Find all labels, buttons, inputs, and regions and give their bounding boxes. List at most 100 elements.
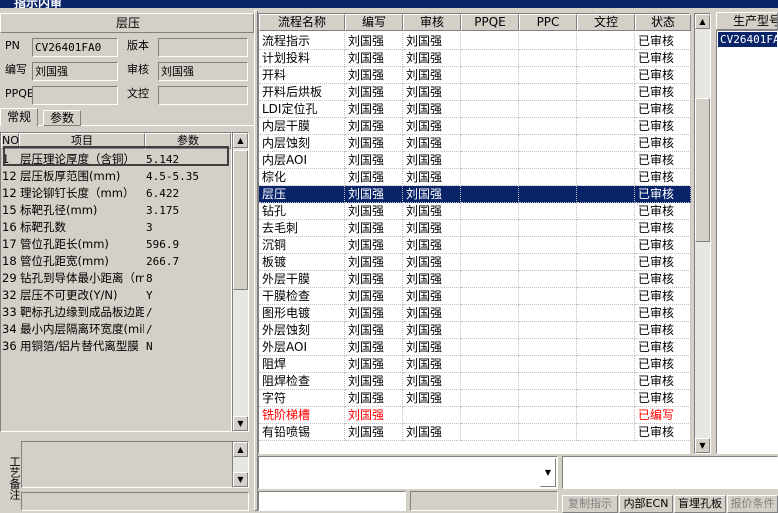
grid-cell bbox=[461, 186, 519, 203]
param-scrollbar[interactable]: ▲ ▼ bbox=[232, 132, 249, 432]
grid-cell: 刘国强 bbox=[345, 356, 403, 373]
grid-cell bbox=[577, 373, 635, 390]
ppqe-field[interactable] bbox=[32, 86, 118, 105]
grid-cell: 刘国强 bbox=[403, 254, 461, 271]
scroll-up-icon[interactable]: ▲ bbox=[233, 133, 248, 148]
author-field[interactable]: 刘国强 bbox=[32, 62, 118, 81]
grid-row[interactable]: 内层蚀刻 刘国强 刘国强 已审核 bbox=[259, 135, 691, 152]
param-row[interactable]: 18 管位孔距宽(mm) 266.7 bbox=[1, 253, 233, 270]
grid-row[interactable]: 内层AOI 刘国强 刘国强 已审核 bbox=[259, 152, 691, 169]
param-row[interactable]: 16 标靶孔数 3 bbox=[1, 219, 233, 236]
remark-extra-field[interactable] bbox=[21, 492, 249, 511]
grid-col-header[interactable]: 编写 bbox=[345, 14, 403, 31]
remark-textarea[interactable] bbox=[21, 441, 249, 488]
param-row[interactable]: 12 层压板厚范围(mm) 4.5-5.35 bbox=[1, 168, 233, 185]
grid-cell bbox=[461, 169, 519, 186]
grid-row[interactable]: 外层AOI 刘国强 刘国强 已审核 bbox=[259, 339, 691, 356]
grid-row[interactable]: LDI定位孔 刘国强 刘国强 已审核 bbox=[259, 101, 691, 118]
param-row[interactable]: 29钻孔到导体最小距离（mil）8 bbox=[1, 270, 233, 287]
grid-row[interactable]: 层压 刘国强 刘国强 已审核 bbox=[259, 186, 691, 203]
grid-row[interactable]: 外层蚀刻 刘国强 刘国强 已审核 bbox=[259, 322, 691, 339]
grid-cell: 刘国强 bbox=[403, 424, 461, 441]
grid-row[interactable]: 板镀 刘国强 刘国强 已审核 bbox=[259, 254, 691, 271]
grid-scrollbar[interactable]: ▲ ▼ bbox=[694, 13, 711, 454]
grid-row[interactable]: 沉铜 刘国强 刘国强 已审核 bbox=[259, 237, 691, 254]
scroll-down-icon[interactable]: ▼ bbox=[695, 438, 710, 453]
blind-buried-button[interactable]: 盲埋孔板 bbox=[674, 495, 726, 513]
grid-row[interactable]: 外层干膜 刘国强 刘国强 已审核 bbox=[259, 271, 691, 288]
grid-cell bbox=[461, 135, 519, 152]
model-list-item[interactable]: CV26401FA0 bbox=[718, 32, 778, 47]
scroll-up-icon[interactable]: ▲ bbox=[233, 442, 248, 457]
grid-cell: 有铅喷锡 bbox=[259, 424, 345, 441]
grid-cell: 刘国强 bbox=[345, 237, 403, 254]
grid-col-header[interactable]: PPC bbox=[519, 14, 577, 31]
grid-row[interactable]: 开料 刘国强 刘国强 已审核 bbox=[259, 67, 691, 84]
comment-combo[interactable] bbox=[258, 456, 558, 489]
param-row[interactable]: 12 理论铆钉长度（mm） 6.422 bbox=[1, 185, 233, 202]
param-value: N bbox=[146, 340, 153, 353]
grid-cell: 已审核 bbox=[635, 186, 691, 203]
grid-cell bbox=[519, 339, 577, 356]
grid-row[interactable]: 钻孔 刘国强 刘国强 已审核 bbox=[259, 203, 691, 220]
grid-cell bbox=[461, 220, 519, 237]
grid-cell: 流程指示 bbox=[259, 33, 345, 50]
grid-row[interactable]: 铣阶梯槽 刘国强 已编写 bbox=[259, 407, 691, 424]
tab-general[interactable]: 常规 bbox=[0, 108, 39, 126]
grid-cell bbox=[461, 390, 519, 407]
param-row[interactable]: 17 管位孔距长(mm) 596.9 bbox=[1, 236, 233, 253]
tab-params[interactable]: 参数 bbox=[43, 110, 82, 126]
scroll-down-icon[interactable]: ▼ bbox=[233, 472, 248, 487]
grid-row[interactable]: 阻焊 刘国强 刘国强 已审核 bbox=[259, 356, 691, 373]
grid-col-header[interactable]: PPQE bbox=[461, 14, 519, 31]
grid-cell: 已审核 bbox=[635, 237, 691, 254]
grid-row[interactable]: 内层干膜 刘国强 刘国强 已审核 bbox=[259, 118, 691, 135]
param-row[interactable]: 36 用铜箔/铝片替代离型膜 N bbox=[1, 338, 233, 355]
grid-row[interactable]: 去毛刺 刘国强 刘国强 已审核 bbox=[259, 220, 691, 237]
param-row[interactable]: 34 最小内层隔离环宽度(mil) / bbox=[1, 321, 233, 338]
internal-ecn-button[interactable]: 内部ECN bbox=[619, 495, 673, 513]
model-header[interactable]: 生产型号 bbox=[716, 12, 778, 30]
param-row[interactable]: 15 标靶孔径(mm) 3.175 bbox=[1, 202, 233, 219]
grid-row[interactable]: 图形电镀 刘国强 刘国强 已审核 bbox=[259, 305, 691, 322]
param-item: 钻孔到导体最小距离（mil） bbox=[20, 271, 144, 285]
grid-cell bbox=[519, 50, 577, 67]
grid-cell bbox=[577, 84, 635, 101]
grid-row[interactable]: 计划投料 刘国强 刘国强 已审核 bbox=[259, 50, 691, 67]
quote-conditions-button[interactable]: 报价条件 bbox=[727, 495, 778, 513]
grid-cell bbox=[519, 254, 577, 271]
param-row[interactable]: 32 层压不可更改(Y/N) Y bbox=[1, 287, 233, 304]
remark-scrollbar[interactable]: ▲ ▼ bbox=[232, 441, 249, 488]
grid-cell bbox=[519, 322, 577, 339]
grid-row[interactable]: 流程指示 刘国强 刘国强 已审核 bbox=[259, 33, 691, 50]
grid-row[interactable]: 字符 刘国强 刘国强 已审核 bbox=[259, 390, 691, 407]
grid-row[interactable]: 有铅喷锡 刘国强 刘国强 已审核 bbox=[259, 424, 691, 441]
param-value: 596.9 bbox=[146, 238, 180, 251]
grid-row[interactable]: 开料后烘板 刘国强 刘国强 已审核 bbox=[259, 84, 691, 101]
reviewer-field[interactable]: 刘国强 bbox=[158, 62, 248, 81]
combo-dropdown-icon[interactable]: ▼ bbox=[540, 458, 556, 487]
copy-instruction-button[interactable]: 复制指示 bbox=[562, 495, 618, 513]
scroll-down-icon[interactable]: ▼ bbox=[233, 416, 248, 431]
grid-cell: 刘国强 bbox=[345, 254, 403, 271]
grid-row[interactable]: 棕化 刘国强 刘国强 已审核 bbox=[259, 169, 691, 186]
grid-col-header[interactable]: 审核 bbox=[403, 14, 461, 31]
version-field[interactable] bbox=[158, 38, 248, 57]
grid-row[interactable]: 干膜检查 刘国强 刘国强 已审核 bbox=[259, 288, 691, 305]
param-row[interactable]: 33靶标孔边缘到成品板边距离/ bbox=[1, 304, 233, 321]
comment-field-right[interactable] bbox=[562, 456, 778, 489]
grid-col-header[interactable]: 文控 bbox=[577, 14, 635, 31]
bottom-field-2[interactable] bbox=[410, 491, 558, 511]
grid-col-header[interactable]: 状态 bbox=[635, 14, 691, 31]
control-field[interactable] bbox=[158, 86, 248, 105]
bottom-field-1[interactable] bbox=[258, 491, 406, 511]
scroll-thumb[interactable] bbox=[233, 150, 248, 290]
pn-field[interactable]: CV26401FA0 bbox=[32, 38, 118, 57]
grid-cell bbox=[577, 50, 635, 67]
grid-cell: 已审核 bbox=[635, 390, 691, 407]
scroll-up-icon[interactable]: ▲ bbox=[695, 14, 710, 29]
grid-cell: 已审核 bbox=[635, 322, 691, 339]
scroll-thumb[interactable] bbox=[695, 98, 710, 242]
grid-row[interactable]: 阻焊检查 刘国强 刘国强 已审核 bbox=[259, 373, 691, 390]
grid-col-header[interactable]: 流程名称 bbox=[259, 14, 345, 31]
